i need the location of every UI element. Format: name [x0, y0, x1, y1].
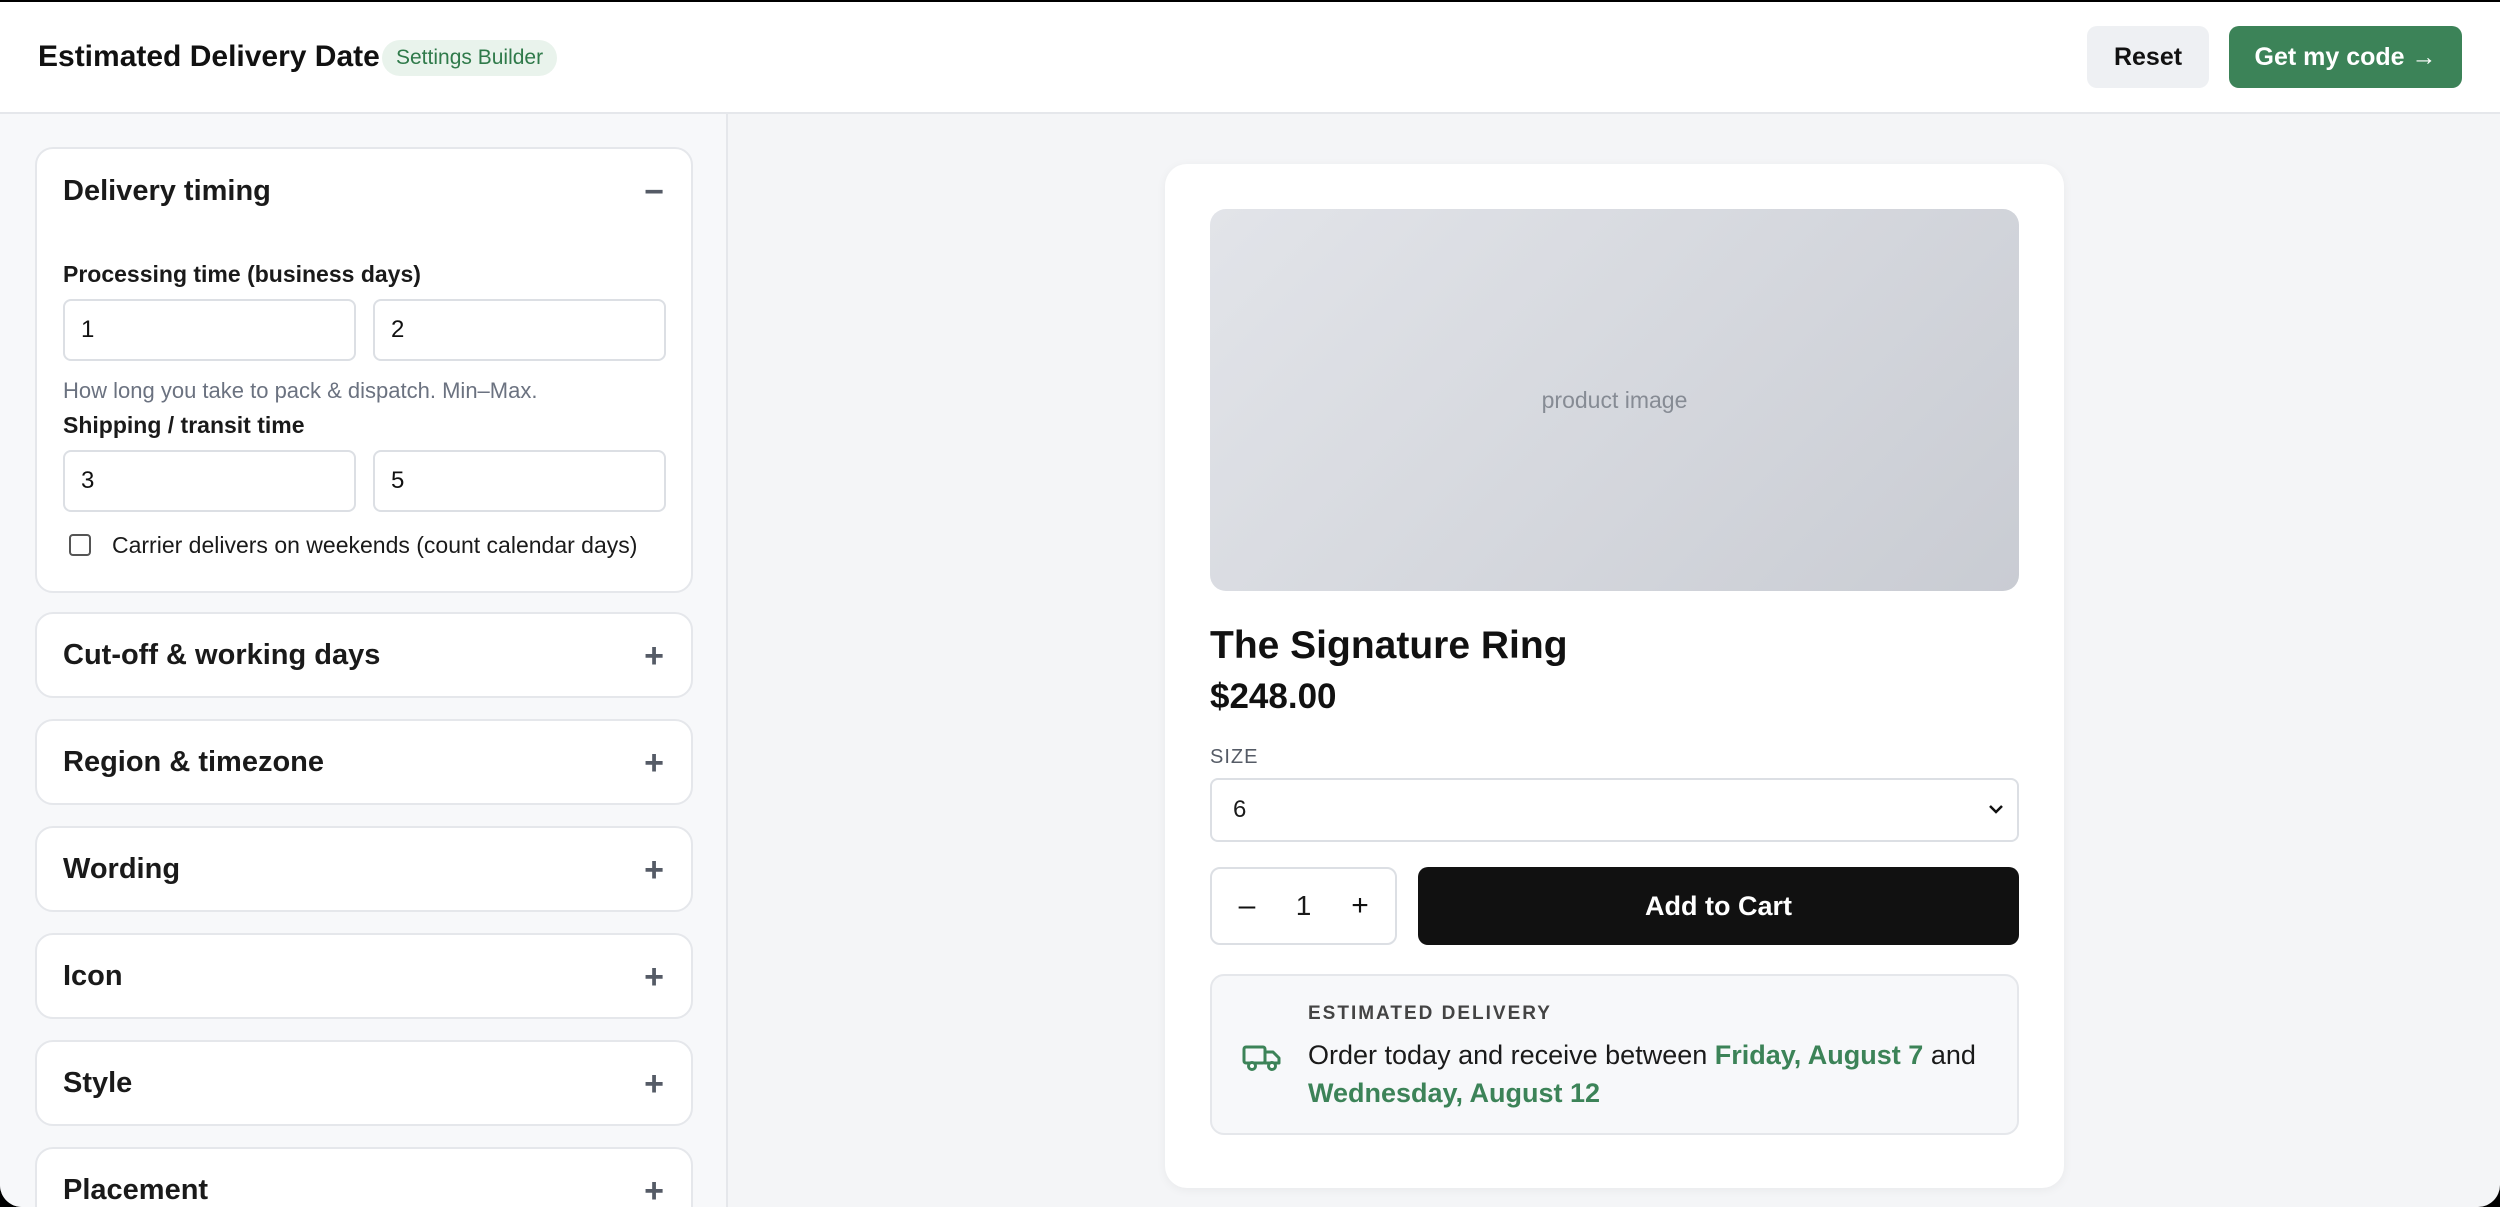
settings-builder-badge: Settings Builder — [382, 40, 558, 76]
processing-max-input[interactable]: 2 — [373, 299, 666, 361]
section-title: Cut-off & working days — [63, 639, 381, 671]
delivery-message: Order today and receive between Friday, … — [1308, 1036, 1998, 1112]
style-section[interactable]: Style + — [35, 1040, 693, 1126]
add-to-cart-button[interactable]: Add to Cart — [1418, 867, 2019, 945]
settings-panel: Delivery timing − Processing time (busin… — [0, 114, 728, 1207]
product-image: product image — [1210, 209, 2019, 591]
product-preview-card: product image The Signature Ring $248.00… — [1165, 164, 2064, 1188]
weekends-checkbox[interactable] — [69, 534, 91, 556]
collapse-icon[interactable]: − — [641, 175, 667, 209]
size-value: 6 — [1233, 796, 1247, 823]
section-title[interactable]: Delivery timing — [63, 175, 271, 208]
estimated-delivery-box: ESTIMATED DELIVERY Order today and recei… — [1210, 974, 2019, 1135]
section-title: Wording — [63, 853, 181, 885]
plus-icon[interactable]: + — [1335, 869, 1385, 943]
get-my-code-button[interactable]: Get my code → — [2229, 26, 2462, 88]
delivery-end-date: Wednesday, August 12 — [1308, 1078, 1601, 1108]
quantity-value[interactable]: 1 — [1272, 869, 1335, 943]
weekends-checkbox-label[interactable]: Carrier delivers on weekends (count cale… — [112, 532, 637, 559]
placement-section[interactable]: Placement + — [35, 1147, 693, 1207]
product-name: The Signature Ring — [1210, 624, 1568, 667]
expand-icon[interactable]: + — [641, 853, 667, 887]
reset-button[interactable]: Reset — [2087, 26, 2209, 88]
section-title: Style — [63, 1067, 133, 1099]
processing-hint: How long you take to pack & dispatch. Mi… — [63, 378, 538, 403]
expand-icon[interactable]: + — [641, 1174, 667, 1207]
delivery-prefix: Order today and receive between — [1308, 1040, 1708, 1070]
section-title: Placement — [63, 1174, 209, 1206]
shipping-time-label: Shipping / transit time — [63, 412, 305, 438]
quantity-stepper[interactable]: – 1 + — [1210, 867, 1397, 945]
chevron-down-icon — [1987, 780, 2005, 864]
app-title: Estimated Delivery Date — [38, 40, 380, 73]
processing-time-label: Processing time (business days) — [63, 261, 421, 287]
expand-icon[interactable]: + — [641, 1067, 667, 1101]
processing-min-input[interactable]: 1 — [63, 299, 356, 361]
truck-icon — [1242, 1045, 1281, 1071]
icon-section[interactable]: Icon + — [35, 933, 693, 1019]
expand-icon[interactable]: + — [641, 746, 667, 780]
shipping-min-input[interactable]: 3 — [63, 450, 356, 512]
top-header: Estimated Delivery Date Settings Builder… — [0, 2, 2500, 114]
size-select[interactable]: 6 — [1210, 778, 2019, 842]
region-timezone-section[interactable]: Region & timezone + — [35, 719, 693, 805]
section-title: Icon — [63, 960, 123, 992]
product-price: $248.00 — [1210, 677, 1337, 716]
app-window: Estimated Delivery Date Settings Builder… — [0, 2, 2500, 1207]
shipping-max-input[interactable]: 5 — [373, 450, 666, 512]
section-title: Region & timezone — [63, 746, 325, 778]
cutoff-working-days-section[interactable]: Cut-off & working days + — [35, 612, 693, 698]
size-label: SIZE — [1210, 746, 1259, 768]
expand-icon[interactable]: + — [641, 960, 667, 994]
delivery-heading: ESTIMATED DELIVERY — [1308, 1003, 1552, 1024]
expand-icon[interactable]: + — [641, 639, 667, 673]
wording-section[interactable]: Wording + — [35, 826, 693, 912]
delivery-joiner: and — [1930, 1040, 1976, 1070]
delivery-timing-section: Delivery timing − Processing time (busin… — [35, 147, 693, 593]
delivery-start-date: Friday, August 7 — [1714, 1040, 1924, 1070]
product-image-placeholder: product image — [1541, 386, 1688, 413]
minus-icon[interactable]: – — [1222, 869, 1272, 943]
